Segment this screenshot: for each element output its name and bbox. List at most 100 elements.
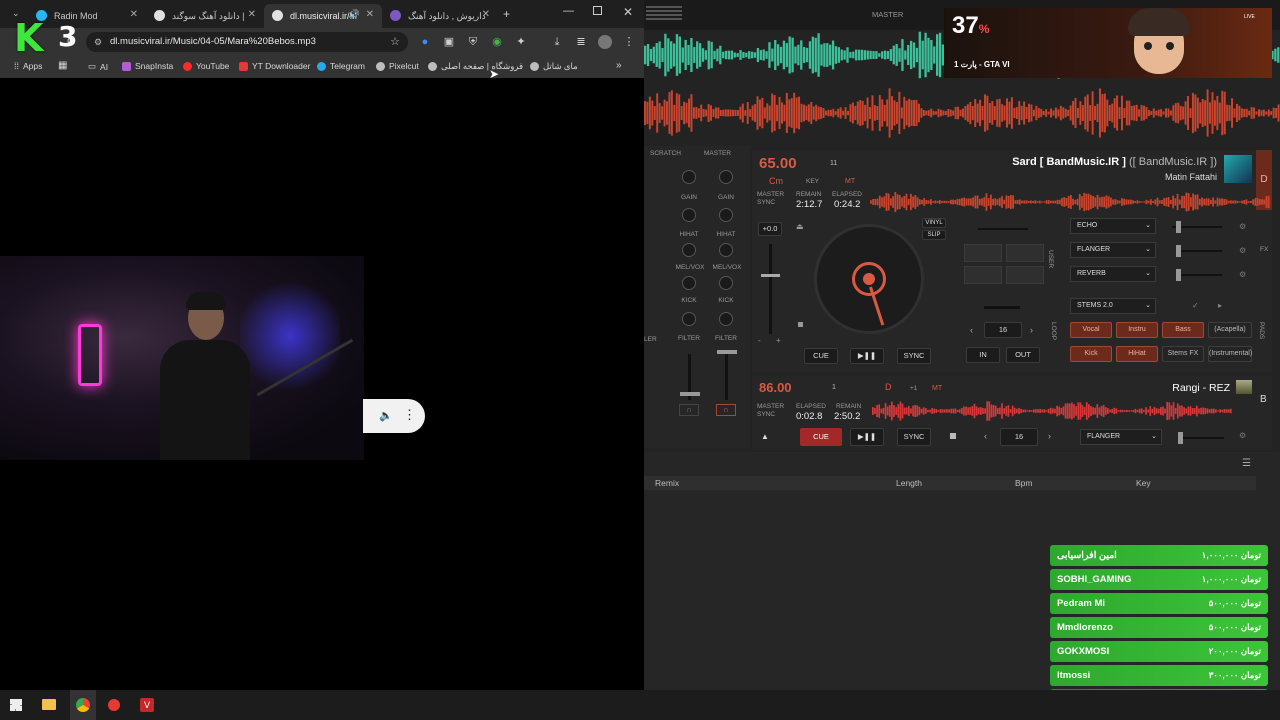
deck-b-fx-select[interactable]: FLANGER ⌄ — [1080, 429, 1162, 445]
pad-acapella[interactable]: (Acapella) — [1208, 322, 1252, 338]
tab-dariush[interactable]: داریوش , دانلود آهنگ ✕ — [382, 4, 498, 28]
close-icon[interactable]: ✕ — [130, 9, 138, 20]
list-view-icon[interactable]: ☰ — [1242, 458, 1251, 469]
bookmark-ai[interactable]: ▭ AI — [88, 61, 108, 72]
close-icon[interactable]: ✕ — [482, 9, 490, 20]
deck-d-play-pause[interactable]: ▶❚❚ — [850, 348, 884, 364]
chevron-right-icon[interactable]: › — [1030, 325, 1033, 335]
fx-slider-echo[interactable] — [1172, 221, 1222, 233]
tab-musicviral[interactable]: dl.musicviral.ir/M 🔊 ✕ — [264, 4, 382, 28]
deck-d-sync-button[interactable]: SYNC — [897, 348, 931, 364]
headphones-icon-right[interactable]: ∩ — [716, 404, 736, 416]
column-remix[interactable]: Remix — [655, 478, 679, 488]
pad-hihat[interactable]: HiHat — [1116, 346, 1158, 362]
deck-b-play-pause[interactable]: ▶❚❚ — [850, 428, 884, 446]
avatar[interactable] — [598, 35, 612, 49]
chevron-left-icon[interactable]: ‹ — [970, 325, 973, 335]
loop-out-button[interactable]: OUT — [1006, 347, 1040, 363]
bookmark-youtube[interactable]: YouTube — [183, 61, 229, 71]
stop-icon[interactable] — [950, 433, 956, 439]
deck-d-pitch[interactable]: +0.0 — [758, 222, 782, 236]
extension-green-icon[interactable]: ◉ — [490, 35, 504, 49]
site-info-icon[interactable]: ⚙ — [94, 32, 102, 52]
virtualdj-icon[interactable]: V — [140, 698, 154, 712]
speaker-icon[interactable]: 🔊 — [349, 9, 360, 20]
deck-b-eject-icon[interactable]: ▲ — [761, 432, 769, 441]
tab-groups-icon[interactable]: ▦ — [58, 60, 67, 71]
fx-slider-flanger[interactable] — [1176, 245, 1222, 257]
deck-b-cue[interactable]: CUE — [800, 428, 842, 446]
more-menu-icon[interactable]: ⋮ — [622, 35, 636, 49]
volume-icon[interactable]: 🔈 — [379, 409, 393, 422]
bookmark-myshatel[interactable]: مای شاتل — [530, 61, 578, 72]
kick-knob-right[interactable] — [719, 276, 733, 290]
close-icon[interactable]: ✕ — [366, 9, 374, 20]
bookmark-pixelcut[interactable]: Pixelcut — [376, 61, 419, 71]
pad-instru[interactable]: Instru — [1116, 322, 1158, 338]
stems-select[interactable]: STEMS 2.0 ⌄ — [1070, 298, 1156, 314]
tab-song-download[interactable]: دانلود آهنگ سوگند | ✕ — [146, 4, 264, 28]
deck-b-waveform[interactable] — [872, 401, 1232, 421]
deck-d-minus[interactable]: - — [758, 336, 761, 345]
bookmark-snapinsta[interactable]: SnapInsta — [122, 61, 173, 71]
melvox-knob-right[interactable] — [719, 243, 733, 257]
headphones-icon-left[interactable]: ∩ — [679, 404, 699, 416]
deck-d-cue[interactable]: CUE — [804, 348, 838, 364]
more-options-icon[interactable]: ⋮ — [403, 407, 416, 423]
close-icon[interactable]: ✕ — [248, 9, 256, 20]
pad-vocal[interactable]: Vocal — [1070, 322, 1112, 338]
file-explorer-icon[interactable] — [42, 699, 56, 710]
gain-knob-left[interactable] — [682, 170, 696, 184]
loop-in-button[interactable]: IN — [966, 347, 1000, 363]
slip-button[interactable]: SLIP — [922, 230, 946, 240]
melvox-knob-left[interactable] — [682, 243, 696, 257]
gain-knob-right[interactable] — [719, 170, 733, 184]
hihat-knob-left[interactable] — [682, 208, 696, 222]
address-bar[interactable]: ⚙ dl.musicviral.ir/Music/04-05/Mara%20Be… — [86, 32, 408, 52]
deck-b-letter[interactable]: B — [1260, 394, 1267, 405]
deck-b-mt[interactable]: MT — [932, 385, 942, 392]
download-icon[interactable]: ⤓ — [550, 35, 564, 49]
chevron-right-icon[interactable]: › — [1048, 431, 1051, 441]
pad-bass[interactable]: Bass — [1162, 322, 1204, 338]
fx-select-reverb[interactable]: REVERB ⌄ — [1070, 266, 1156, 282]
play-arrow-icon[interactable]: ▸ — [1218, 301, 1222, 310]
column-length[interactable]: Length — [896, 478, 922, 488]
fx-slider-reverb[interactable] — [1176, 269, 1222, 281]
column-key[interactable]: Key — [1136, 478, 1151, 488]
filter-knob-left[interactable] — [682, 312, 696, 326]
gear-icon[interactable]: ⚙ — [1239, 246, 1246, 255]
bookmark-yt-downloader[interactable]: YT Downloader — [239, 61, 310, 71]
minimize-icon[interactable]: — — [563, 5, 574, 17]
fx-select-echo[interactable]: ECHO ⌄ — [1070, 218, 1156, 234]
layout-menu-icon[interactable] — [646, 6, 682, 22]
windows-start-icon[interactable] — [10, 699, 22, 711]
deck-d-mt[interactable]: MT — [845, 178, 855, 185]
window-close-icon[interactable]: ✕ — [623, 5, 633, 19]
gear-icon[interactable]: ⚙ — [1239, 222, 1246, 231]
new-tab-icon[interactable]: + — [503, 7, 510, 21]
fx-select-flanger[interactable]: FLANGER ⌄ — [1070, 242, 1156, 258]
deck-d-pitch-slider[interactable] — [769, 244, 772, 334]
media-control-icon[interactable]: ≣ — [574, 35, 588, 49]
column-bpm[interactable]: Bpm — [1015, 478, 1032, 488]
gear-icon[interactable]: ⚙ — [1239, 270, 1246, 279]
pad-instrumental[interactable]: (Instrumental) — [1208, 346, 1252, 362]
deck-d-plus[interactable]: + — [776, 336, 781, 345]
check-icon[interactable]: ✓ — [1192, 301, 1199, 310]
fader-handle-left[interactable] — [680, 392, 700, 396]
puzzle-icon[interactable]: ✦ — [514, 35, 528, 49]
eject-icon[interactable]: ⏏ — [796, 222, 804, 231]
bookmark-telegram[interactable]: Telegram — [317, 61, 365, 71]
pad-stems-fx[interactable]: Stems FX — [1162, 346, 1204, 362]
extension-screen-icon[interactable]: ▣ — [442, 35, 456, 49]
volume-fader-right[interactable] — [725, 354, 728, 400]
audio-player-controls[interactable]: 🔈 ⋮ — [363, 399, 425, 433]
deck-b-loop-size[interactable]: 16 — [1000, 428, 1038, 446]
pad-kick[interactable]: Kick — [1070, 346, 1112, 362]
deck-d-waveform[interactable] — [870, 192, 1270, 212]
bookmark-apps[interactable]: ⁞⁞ Apps — [14, 61, 42, 71]
shield-icon[interactable]: ⛨ — [466, 35, 480, 49]
kick-knob-left[interactable] — [682, 276, 696, 290]
bookmarks-overflow-icon[interactable]: » — [616, 60, 622, 71]
